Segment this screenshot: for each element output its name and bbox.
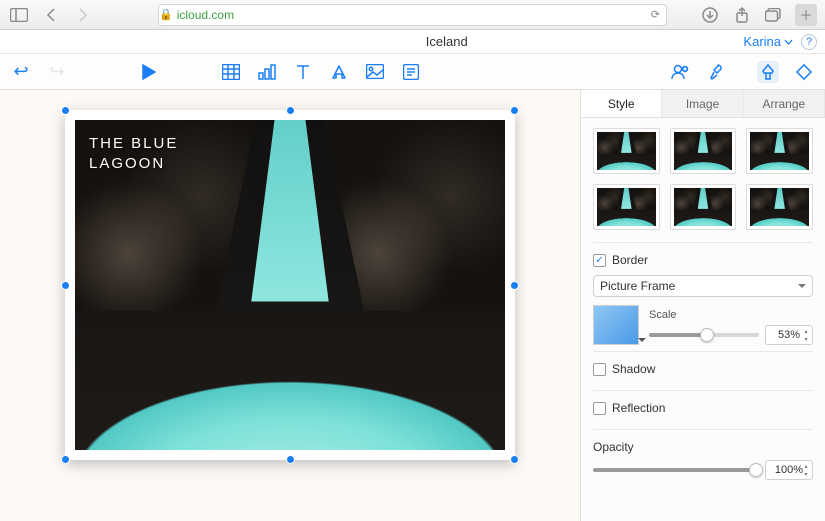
back-icon[interactable]: [40, 4, 62, 26]
scale-slider[interactable]: [649, 333, 759, 337]
resize-handle[interactable]: [286, 455, 295, 464]
undo-button[interactable]: ↩: [10, 61, 32, 83]
table-icon[interactable]: [220, 61, 242, 83]
collaborate-icon[interactable]: [669, 61, 691, 83]
frame-preview-picker[interactable]: [593, 305, 639, 345]
animate-button[interactable]: [793, 61, 815, 83]
text-icon[interactable]: [292, 61, 314, 83]
main-toolbar: ↩ ↪: [0, 54, 825, 90]
resize-handle[interactable]: [286, 106, 295, 115]
reflection-checkbox[interactable]: [593, 402, 606, 415]
app-title-bar: Iceland Karina ?: [0, 30, 825, 54]
opacity-value-field[interactable]: 100% ▴▾: [765, 460, 813, 480]
opacity-stepper[interactable]: ▴▾: [801, 462, 811, 478]
new-tab-button[interactable]: ＋: [795, 4, 817, 26]
shadow-checkbox[interactable]: [593, 363, 606, 376]
style-preset[interactable]: [593, 128, 660, 174]
scale-value-field[interactable]: 53% ▴▾: [765, 325, 813, 345]
selected-image[interactable]: THE BLUE LAGOON: [65, 110, 515, 460]
format-button[interactable]: [757, 61, 779, 83]
shadow-label: Shadow: [612, 362, 655, 376]
tools-icon[interactable]: [705, 61, 727, 83]
style-preset[interactable]: [746, 184, 813, 230]
inspector-tabs: Style Image Arrange: [581, 90, 825, 118]
user-name: Karina: [743, 34, 781, 49]
document-title: Iceland: [150, 34, 743, 49]
comment-icon[interactable]: [400, 61, 422, 83]
tab-arrange[interactable]: Arrange: [744, 90, 825, 117]
tabs-icon[interactable]: [763, 4, 785, 26]
tab-image[interactable]: Image: [662, 90, 743, 117]
image-style-presets: [593, 128, 813, 230]
opacity-slider[interactable]: [593, 468, 759, 472]
reload-icon[interactable]: ⟳: [651, 8, 660, 21]
resize-handle[interactable]: [510, 281, 519, 290]
border-label: Border: [612, 253, 648, 267]
border-style-select[interactable]: Picture Frame: [593, 275, 813, 297]
resize-handle[interactable]: [61, 106, 70, 115]
scale-stepper[interactable]: ▴▾: [801, 327, 811, 343]
resize-handle[interactable]: [61, 281, 70, 290]
scale-label: Scale: [649, 309, 813, 321]
url-field[interactable]: 🔒 icloud.com ⟳: [158, 4, 667, 26]
reflection-label: Reflection: [612, 401, 665, 415]
user-menu[interactable]: Karina: [743, 34, 799, 49]
style-preset[interactable]: [593, 184, 660, 230]
style-preset[interactable]: [746, 128, 813, 174]
shape-icon[interactable]: [328, 61, 350, 83]
forward-icon[interactable]: [72, 4, 94, 26]
chevron-down-icon: [784, 39, 793, 45]
slide-caption: THE BLUE LAGOON: [89, 134, 178, 175]
resize-handle[interactable]: [510, 106, 519, 115]
style-preset[interactable]: [670, 128, 737, 174]
sidebar-toggle-icon[interactable]: [8, 4, 30, 26]
style-preset[interactable]: [670, 184, 737, 230]
browser-chrome: 🔒 icloud.com ⟳ ＋: [0, 0, 825, 30]
border-checkbox[interactable]: ✓: [593, 254, 606, 267]
redo-button[interactable]: ↪: [46, 61, 68, 83]
media-icon[interactable]: [364, 61, 386, 83]
share-icon[interactable]: [731, 4, 753, 26]
tab-style[interactable]: Style: [581, 90, 662, 117]
main-area: THE BLUE LAGOON Style Image Arrange: [0, 90, 825, 521]
resize-handle[interactable]: [510, 455, 519, 464]
downloads-icon[interactable]: [699, 4, 721, 26]
help-button[interactable]: ?: [801, 34, 817, 50]
canvas-area[interactable]: THE BLUE LAGOON: [0, 90, 580, 521]
resize-handle[interactable]: [61, 455, 70, 464]
opacity-label: Opacity: [593, 440, 634, 454]
url-host: icloud.com: [177, 8, 234, 22]
chart-icon[interactable]: [256, 61, 278, 83]
play-button[interactable]: [138, 61, 160, 83]
lock-icon: 🔒: [159, 8, 173, 21]
format-inspector: Style Image Arrange ✓ Border Picture Fra…: [580, 90, 825, 521]
